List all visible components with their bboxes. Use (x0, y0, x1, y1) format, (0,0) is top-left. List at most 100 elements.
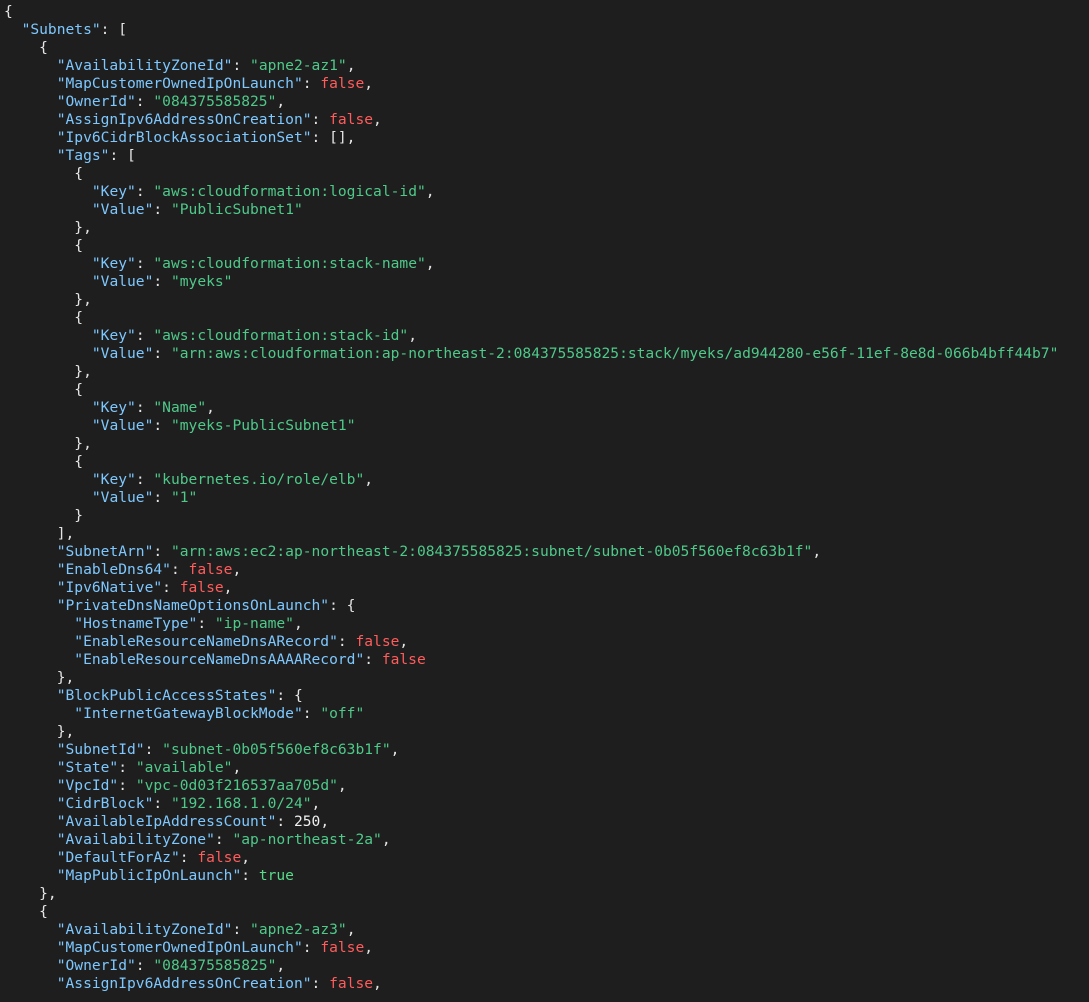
json-punctuation (4, 741, 57, 758)
json-key: "AssignIpv6AddressOnCreation" (56, 975, 312, 992)
json-punctuation (4, 687, 57, 704)
json-punctuation: : (118, 777, 136, 794)
terminal-line: "Value": "myeks-PublicSubnet1" (4, 417, 1089, 435)
terminal-line: { (4, 237, 1089, 255)
json-key: "EnableResourceNameDnsARecord" (74, 633, 338, 650)
json-string-value: "subnet-0b05f560ef8c63b1f" (162, 741, 391, 758)
terminal-line: { (4, 165, 1089, 183)
json-punctuation (4, 75, 57, 92)
json-key: "MapCustomerOwnedIpOnLaunch" (56, 939, 303, 956)
terminal-line: "AvailabilityZoneId": "apne2-az1", (4, 57, 1089, 75)
json-key: "VpcId" (56, 777, 119, 794)
json-punctuation: }, (4, 219, 92, 236)
terminal-line: } (4, 507, 1089, 525)
json-punctuation: : (153, 345, 171, 362)
terminal-line: "PrivateDnsNameOptionsOnLaunch": { (4, 597, 1089, 615)
json-punctuation (4, 57, 57, 74)
json-punctuation (4, 957, 57, 974)
terminal-line: "Value": "arn:aws:cloudformation:ap-nort… (4, 345, 1089, 363)
json-punctuation: , (206, 399, 215, 416)
json-key: "MapPublicIpOnLaunch" (56, 867, 242, 884)
json-number-value: 250 (293, 813, 321, 830)
json-punctuation: : (337, 633, 356, 650)
json-punctuation (4, 651, 74, 668)
json-string-value: "apne2-az1" (250, 57, 347, 74)
json-punctuation: }, (4, 291, 92, 308)
json-string-value: "myeks-PublicSubnet1" (170, 417, 356, 434)
json-punctuation (4, 615, 74, 632)
json-punctuation (4, 345, 92, 362)
terminal-line: }, (4, 435, 1089, 453)
json-punctuation (4, 471, 92, 488)
json-punctuation: : [ (109, 147, 136, 164)
terminal-line: "OwnerId": "084375585825", (4, 93, 1089, 111)
terminal-line: "DefaultForAz": false, (4, 849, 1089, 867)
json-string-value: "192.168.1.0/24" (170, 795, 312, 812)
json-punctuation: , (364, 75, 374, 92)
terminal-line: "MapCustomerOwnedIpOnLaunch": false, (4, 939, 1089, 957)
json-punctuation (4, 597, 57, 614)
json-punctuation: : { (329, 597, 356, 614)
json-string-value: "ap-northeast-2a" (232, 831, 382, 848)
json-punctuation: , (381, 831, 391, 848)
json-punctuation: , (812, 543, 822, 560)
json-punctuation: , (364, 471, 374, 488)
json-string-value: "084375585825" (153, 957, 277, 974)
json-punctuation: : (170, 561, 189, 578)
json-punctuation: : (118, 759, 136, 776)
terminal-line: "AvailableIpAddressCount": 250, (4, 813, 1089, 831)
json-punctuation: : (135, 399, 154, 416)
json-punctuation (4, 21, 22, 38)
json-punctuation: : (241, 867, 259, 884)
terminal-line: "AssignIpv6AddressOnCreation": false, (4, 975, 1089, 993)
json-false-value: false (320, 75, 365, 92)
json-punctuation: : (364, 651, 382, 668)
json-punctuation (4, 543, 57, 560)
json-punctuation: : (153, 201, 171, 218)
terminal-line: "Key": "aws:cloudformation:stack-name", (4, 255, 1089, 273)
terminal-line: { (4, 381, 1089, 399)
json-punctuation (4, 489, 92, 506)
json-punctuation: , (293, 615, 303, 632)
json-punctuation: : (302, 939, 321, 956)
terminal-line: "SubnetArn": "arn:aws:ec2:ap-northeast-2… (4, 543, 1089, 561)
json-punctuation: : (276, 813, 294, 830)
json-punctuation: : (153, 417, 171, 434)
json-string-value: "1" (170, 489, 198, 506)
terminal-line: { (4, 453, 1089, 471)
json-punctuation (4, 147, 57, 164)
json-punctuation: { (4, 3, 13, 20)
json-punctuation (4, 129, 57, 146)
json-key: "OwnerId" (56, 93, 136, 110)
json-key: "AvailableIpAddressCount" (56, 813, 277, 830)
json-punctuation (4, 579, 57, 596)
json-key: "Ipv6Native" (56, 579, 163, 596)
json-key: "Key" (91, 471, 136, 488)
json-string-value: "arn:aws:ec2:ap-northeast-2:084375585825… (170, 543, 813, 560)
terminal-line: "Key": "Name", (4, 399, 1089, 417)
json-punctuation: : (232, 57, 251, 74)
terminal-line: "State": "available", (4, 759, 1089, 777)
json-punctuation: , (399, 633, 409, 650)
json-punctuation: , (346, 57, 356, 74)
json-punctuation: : (232, 921, 251, 938)
terminal-line: "VpcId": "vpc-0d03f216537aa705d", (4, 777, 1089, 795)
json-key: "AvailabilityZoneId" (56, 57, 233, 74)
json-punctuation: { (4, 237, 84, 254)
json-key: "Subnets" (21, 21, 101, 38)
json-punctuation: , (337, 777, 347, 794)
terminal-line: "AvailabilityZoneId": "apne2-az3", (4, 921, 1089, 939)
json-true-value: true (258, 867, 294, 884)
json-key: "Value" (91, 417, 154, 434)
json-punctuation: : (197, 615, 215, 632)
json-key: "EnableResourceNameDnsAAAARecord" (74, 651, 365, 668)
json-key: "Key" (91, 255, 136, 272)
json-key: "AvailabilityZoneId" (56, 921, 233, 938)
terminal-output: { "Subnets" : [ { "AvailabilityZoneId": "… (0, 0, 1089, 1002)
json-punctuation (4, 813, 57, 830)
json-key: "PrivateDnsNameOptionsOnLaunch" (56, 597, 330, 614)
json-punctuation: : (162, 579, 180, 596)
terminal-line: "EnableResourceNameDnsARecord": false, (4, 633, 1089, 651)
terminal-line: "EnableResourceNameDnsAAAARecord": false (4, 651, 1089, 669)
json-key: "BlockPublicAccessStates" (56, 687, 277, 704)
